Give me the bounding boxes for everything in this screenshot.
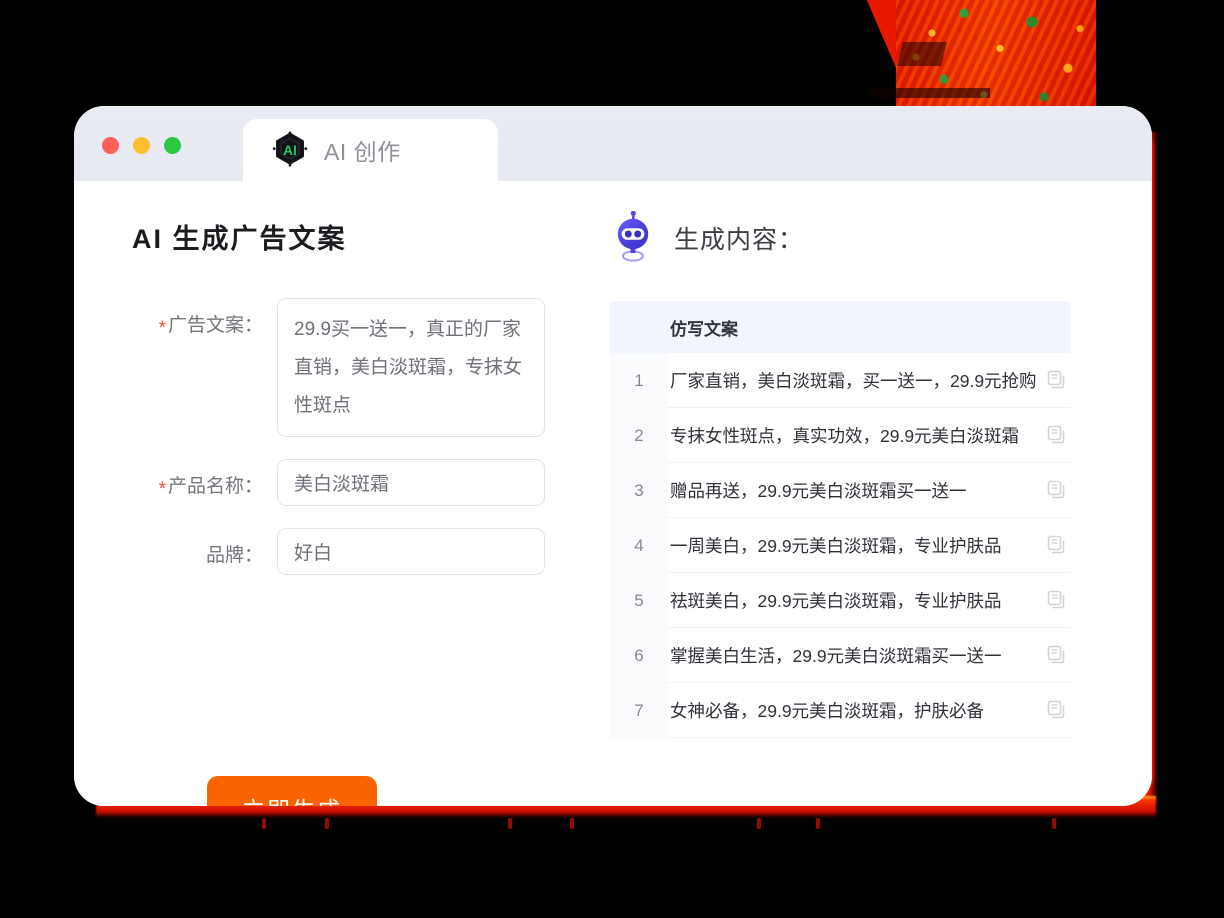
- svg-text:AI: AI: [283, 143, 297, 158]
- row-index: 7: [610, 682, 668, 738]
- glow-speck: [757, 818, 761, 829]
- table-bottom-fade: [610, 737, 1070, 793]
- field-ad-copy: * 广告文案： 29.9买一送一，真正的厂家直销，美白淡斑霜，专抹女性斑点: [132, 298, 574, 437]
- required-asterisk-icon: *: [158, 318, 166, 339]
- label-text: 广告文案：: [167, 315, 263, 336]
- copy-icon[interactable]: [1046, 700, 1066, 720]
- table-row[interactable]: 2 专抹女性斑点，真实功效，29.9元美白淡斑霜: [610, 407, 1070, 463]
- generate-button[interactable]: 立即生成: [207, 776, 377, 806]
- copy-icon[interactable]: [1046, 590, 1066, 610]
- row-copy-text: 掌握美白生活，29.9元美白淡斑霜买一送一: [670, 645, 1002, 666]
- decorative-corner-graphic: [866, 0, 1096, 110]
- decorative-texture-block: [896, 0, 1096, 110]
- product-name-input[interactable]: 美白淡斑霜: [277, 459, 545, 506]
- glow-speck: [816, 818, 820, 829]
- results-heading: 生成内容：: [674, 226, 805, 254]
- app-window: AI AI 创作 AI 生成广告文案 * 广告文案： 29.9买一送一，真正的厂家…: [74, 106, 1152, 806]
- form-pane: AI 生成广告文案 * 广告文案： 29.9买一送一，真正的厂家直销，美白淡斑霜，…: [74, 181, 574, 806]
- copy-icon[interactable]: [1046, 480, 1066, 500]
- table-row[interactable]: 7 女神必备，29.9元美白淡斑霜，护肤必备: [610, 682, 1070, 738]
- decorative-shadow-shape-2: [870, 88, 990, 98]
- row-index: 3: [610, 462, 668, 518]
- copy-icon[interactable]: [1046, 370, 1066, 390]
- row-index: 6: [610, 627, 668, 683]
- row-copy-text: 一周美白，29.9元美白淡斑霜，专业护肤品: [670, 535, 1002, 556]
- row-copy-text: 厂家直销，美白淡斑霜，买一送一，29.9元抢购: [670, 370, 1037, 391]
- tab-label: AI 创作: [324, 139, 401, 165]
- window-titlebar: AI AI 创作: [74, 106, 1152, 181]
- row-copy-text: 专抹女性斑点，真实功效，29.9元美白淡斑霜: [670, 425, 1020, 446]
- row-copy-text: 女神必备，29.9元美白淡斑霜，护肤必备: [670, 700, 985, 721]
- field-label-ad-copy: * 广告文案：: [132, 298, 277, 339]
- table-row[interactable]: 3 赠品再送，29.9元美白淡斑霜买一送一: [610, 462, 1070, 518]
- row-copy-text: 祛斑美白，29.9元美白淡斑霜，专业护肤品: [670, 590, 1002, 611]
- copy-icon[interactable]: [1046, 425, 1066, 445]
- glow-speck: [262, 818, 266, 829]
- table-row[interactable]: 1 厂家直销，美白淡斑霜，买一送一，29.9元抢购: [610, 353, 1070, 408]
- field-label-brand: 品牌：: [132, 528, 277, 567]
- table-row[interactable]: 5 祛斑美白，29.9元美白淡斑霜，专业护肤品: [610, 572, 1070, 628]
- tab-ai-creation[interactable]: AI AI 创作: [243, 119, 498, 181]
- results-header: 生成内容：: [610, 210, 1104, 265]
- close-window-button[interactable]: [102, 137, 119, 154]
- copy-icon[interactable]: [1046, 535, 1066, 555]
- decorative-shadow-shape-1: [897, 42, 947, 66]
- row-index: 5: [610, 572, 668, 628]
- ai-hexagon-icon: AI: [271, 131, 309, 169]
- robot-head-icon: [612, 210, 654, 265]
- ad-copy-textarea[interactable]: 29.9买一送一，真正的厂家直销，美白淡斑霜，专抹女性斑点: [277, 298, 545, 437]
- field-product-name: * 产品名称： 美白淡斑霜: [132, 459, 574, 506]
- field-label-product-name: * 产品名称：: [132, 459, 277, 500]
- label-text: 品牌：: [205, 545, 263, 566]
- traffic-light-group: [102, 137, 181, 154]
- row-copy-text: 赠品再送，29.9元美白淡斑霜买一送一: [670, 480, 967, 501]
- copy-icon[interactable]: [1046, 645, 1066, 665]
- row-index: 1: [610, 353, 668, 408]
- decorative-triangle: [866, 0, 914, 110]
- window-body: AI 生成广告文案 * 广告文案： 29.9买一送一，真正的厂家直销，美白淡斑霜，…: [74, 181, 1152, 806]
- brand-input[interactable]: 好白: [277, 528, 545, 575]
- page-title: AI 生成广告文案: [132, 224, 347, 254]
- table-row[interactable]: 4 一周美白，29.9元美白淡斑霜，专业护肤品: [610, 517, 1070, 573]
- label-text: 产品名称：: [167, 476, 263, 497]
- generated-copy-table: 仿写文案 1 厂家直销，美白淡斑霜，买一送一，29.9元抢购 2 专抹女性斑点，…: [610, 301, 1070, 793]
- results-pane: 生成内容： 仿写文案 1 厂家直销，美白淡斑霜，买一送一，29.9元抢购 2 专…: [574, 181, 1152, 806]
- table-body-scroll[interactable]: 1 厂家直销，美白淡斑霜，买一送一，29.9元抢购 2 专抹女性斑点，真实功效，…: [610, 353, 1070, 793]
- table-row[interactable]: 6 掌握美白生活，29.9元美白淡斑霜买一送一: [610, 627, 1070, 683]
- screenshot-root: AI AI 创作 AI 生成广告文案 * 广告文案： 29.9买一送一，真正的厂家…: [0, 0, 1224, 918]
- glow-speck: [508, 818, 512, 829]
- required-asterisk-icon: *: [158, 479, 166, 500]
- field-brand: 品牌： 好白: [132, 528, 574, 575]
- glow-speck: [570, 818, 574, 829]
- row-index: 2: [610, 407, 668, 463]
- table-header-copy: 仿写文案: [670, 319, 738, 339]
- table-header-row: 仿写文案: [610, 301, 1070, 353]
- row-index: 4: [610, 517, 668, 573]
- glow-speck: [1052, 818, 1056, 829]
- minimize-window-button[interactable]: [133, 137, 150, 154]
- glow-speck: [325, 818, 329, 829]
- maximize-window-button[interactable]: [164, 137, 181, 154]
